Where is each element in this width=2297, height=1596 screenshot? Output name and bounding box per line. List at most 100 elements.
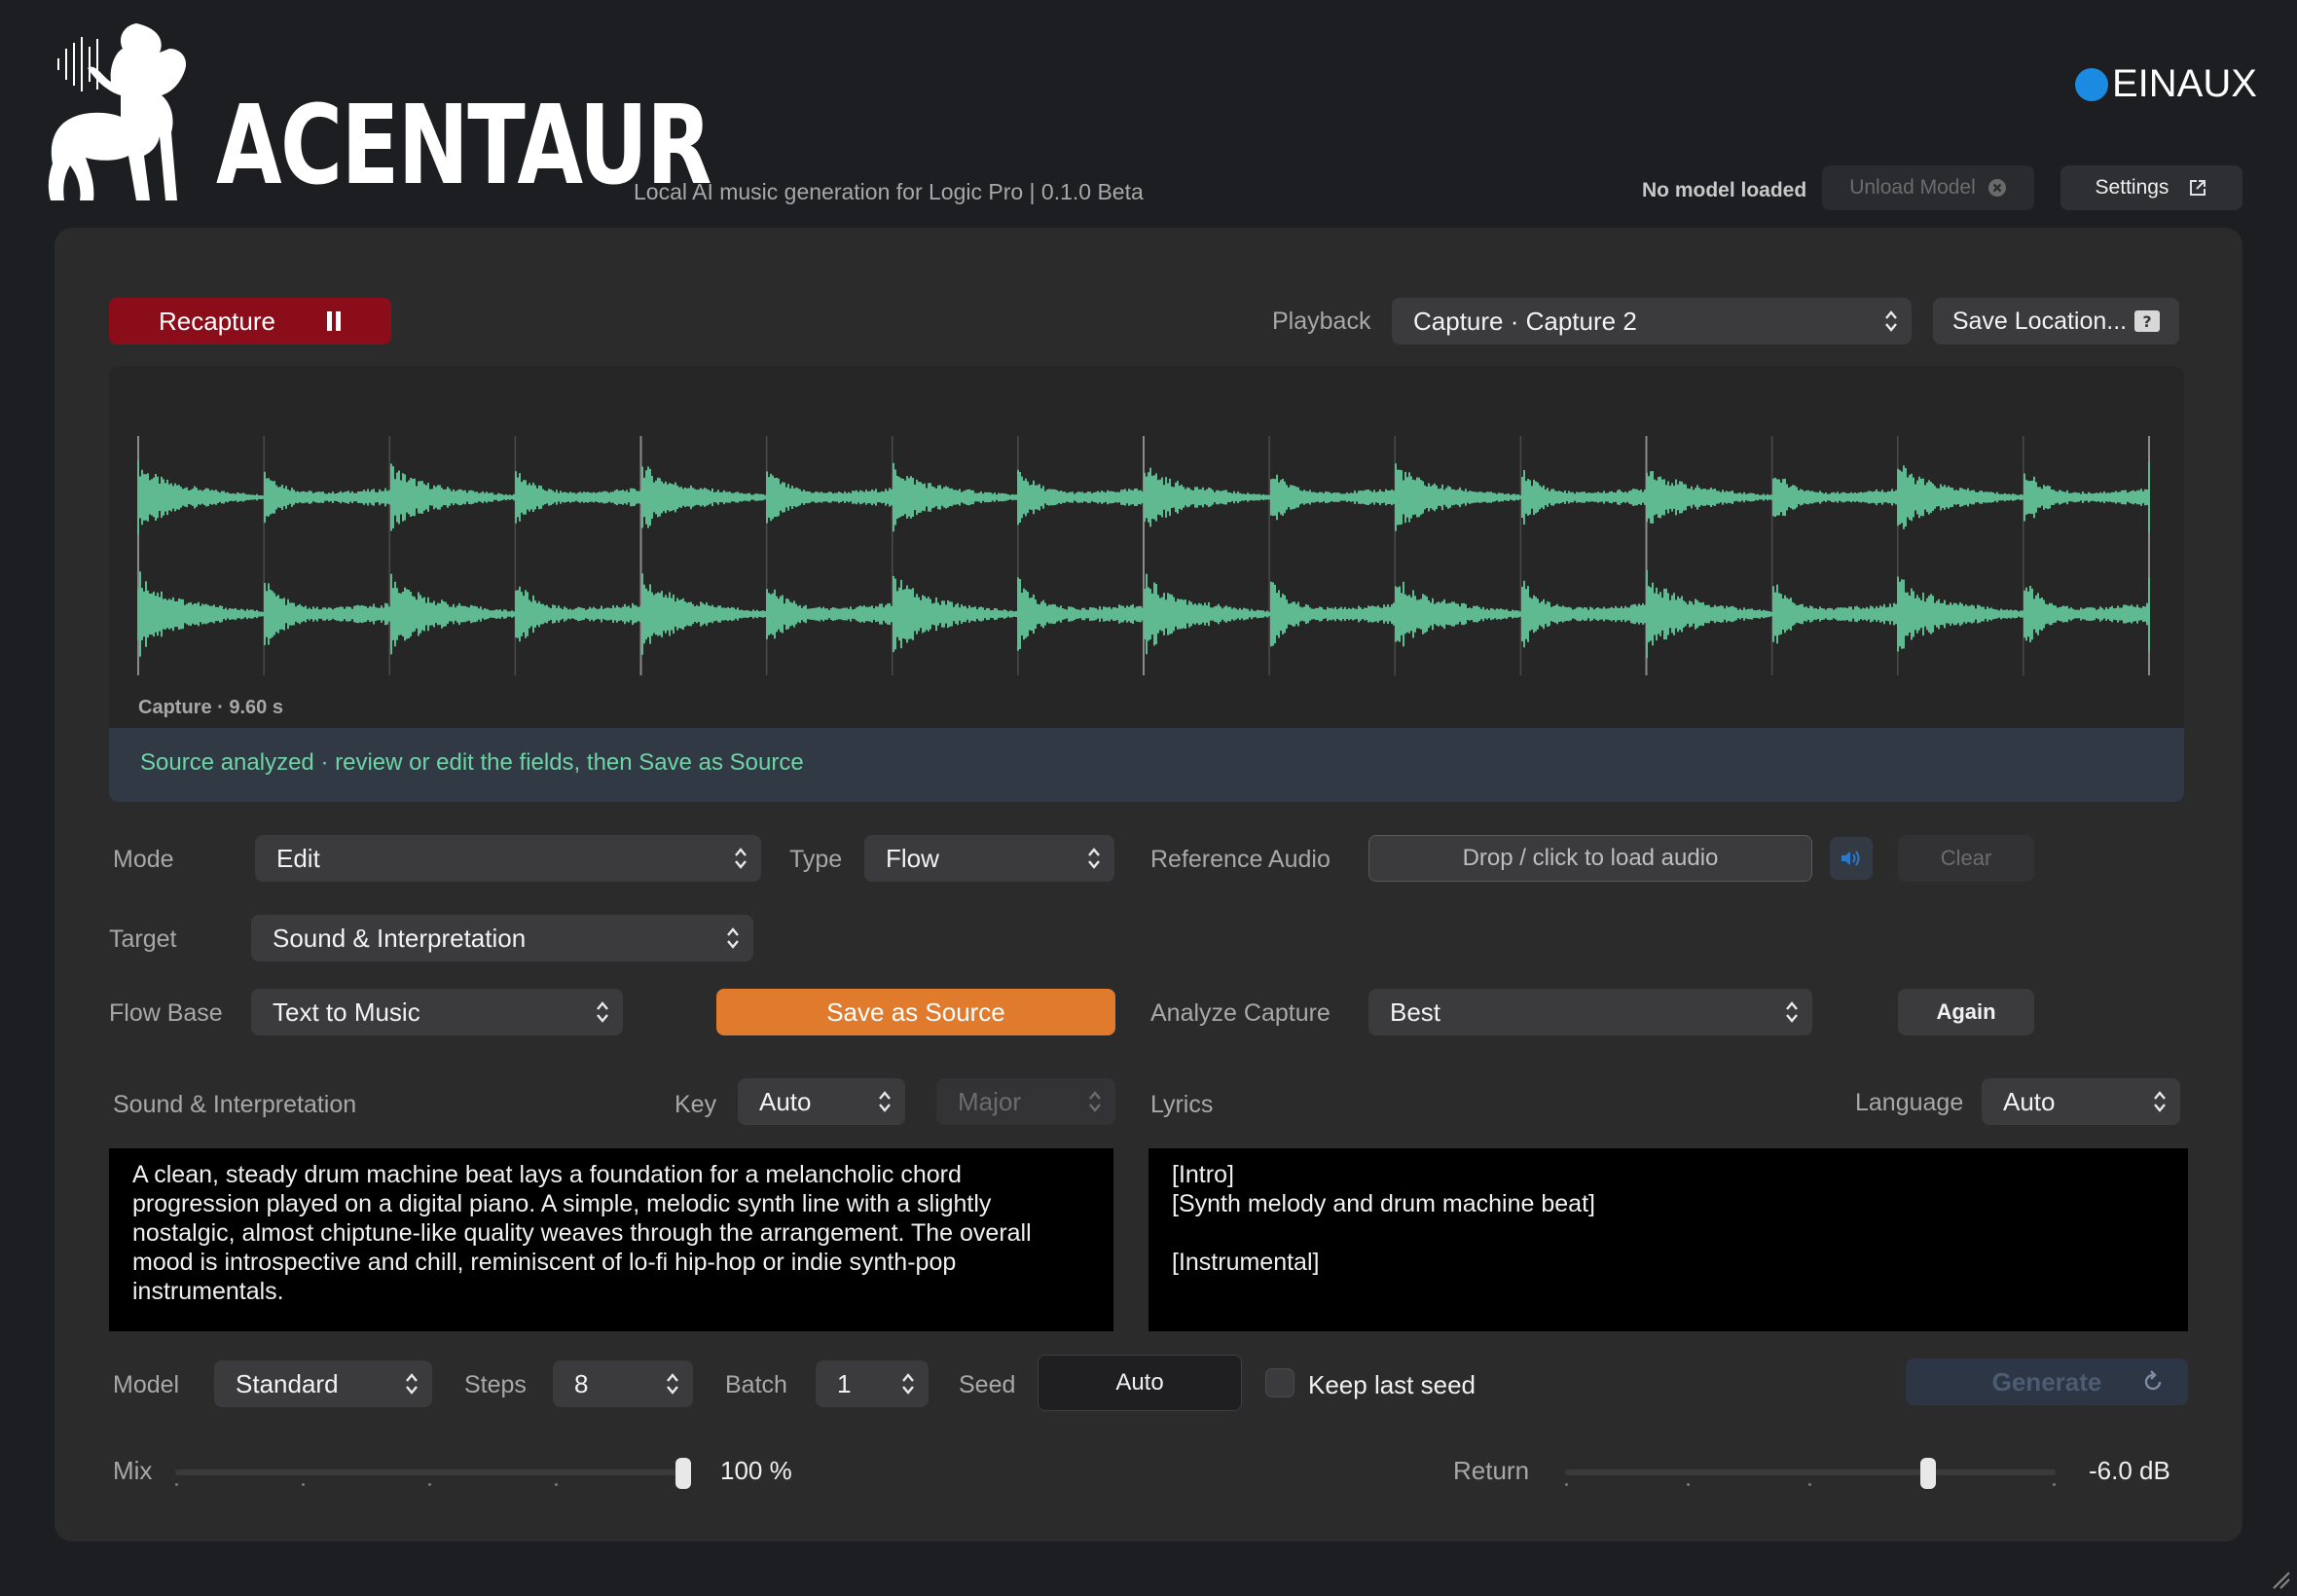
return-slider[interactable] bbox=[1561, 1456, 2060, 1491]
analyze-capture-label: Analyze Capture bbox=[1150, 999, 1331, 1027]
batch-label: Batch bbox=[725, 1371, 787, 1398]
keep-seed-checkbox[interactable] bbox=[1265, 1368, 1294, 1397]
steps-stepper[interactable]: 8 bbox=[553, 1360, 693, 1407]
language-select[interactable]: Auto bbox=[1982, 1078, 2180, 1125]
sound-section-label: Sound & Interpretation bbox=[113, 1091, 357, 1118]
key-label: Key bbox=[675, 1091, 717, 1118]
mix-slider-thumb[interactable] bbox=[675, 1458, 691, 1489]
mode-select[interactable]: Edit bbox=[255, 835, 761, 882]
batch-stepper[interactable]: 1 bbox=[816, 1360, 929, 1407]
waveform-caption: Capture · 9.60 s bbox=[138, 697, 283, 718]
chevron-updown-icon bbox=[597, 1001, 608, 1023]
resize-grip-icon[interactable] bbox=[2270, 1569, 2291, 1590]
seed-field[interactable]: Auto bbox=[1038, 1355, 1242, 1411]
key-select[interactable]: Auto bbox=[738, 1078, 905, 1125]
model-label: Model bbox=[113, 1371, 180, 1398]
keep-seed-label[interactable]: Keep last seed bbox=[1308, 1370, 1476, 1400]
tagline: Local AI music generation for Logic Pro … bbox=[634, 179, 1144, 204]
save-as-source-button[interactable]: Save as Source bbox=[716, 989, 1115, 1035]
lyrics-textarea[interactable]: [Intro] [Synth melody and drum machine b… bbox=[1148, 1148, 2188, 1331]
playback-value: Capture · Capture 2 bbox=[1413, 306, 1637, 336]
sound-description-textarea[interactable]: A clean, steady drum machine beat lays a… bbox=[109, 1148, 1113, 1331]
playback-label: Playback bbox=[1272, 308, 1371, 335]
generate-button[interactable]: Generate bbox=[1906, 1359, 2188, 1405]
return-label: Return bbox=[1453, 1456, 1530, 1485]
mix-slider-tick bbox=[555, 1483, 558, 1486]
help-icon: ? bbox=[2134, 310, 2161, 332]
reference-audio-dropzone[interactable]: Drop / click to load audio bbox=[1368, 835, 1812, 882]
return-slider-tick bbox=[2053, 1483, 2056, 1486]
chevron-updown-icon bbox=[1885, 310, 1897, 332]
language-value: Auto bbox=[2003, 1086, 2056, 1116]
scale-value: Major bbox=[958, 1086, 1022, 1116]
recapture-button[interactable]: Recapture bbox=[109, 298, 391, 345]
steps-label: Steps bbox=[464, 1371, 527, 1398]
settings-label: Settings bbox=[2095, 176, 2169, 199]
model-value: Standard bbox=[236, 1368, 339, 1398]
seed-label: Seed bbox=[959, 1371, 1016, 1398]
mix-value: 100 % bbox=[720, 1456, 792, 1485]
lyrics-section-label: Lyrics bbox=[1150, 1091, 1214, 1118]
save-as-source-label: Save as Source bbox=[826, 997, 1005, 1027]
settings-button[interactable]: Settings bbox=[2060, 165, 2242, 210]
language-label: Language bbox=[1855, 1089, 1964, 1116]
chevron-updown-icon bbox=[1088, 848, 1100, 869]
flow-base-label: Flow Base bbox=[109, 999, 223, 1027]
reference-audio-label: Reference Audio bbox=[1150, 846, 1331, 873]
chevron-updown-icon bbox=[727, 927, 739, 949]
again-label: Again bbox=[1936, 999, 1996, 1024]
pause-icon bbox=[326, 311, 341, 331]
mode-label: Mode bbox=[113, 846, 174, 873]
generate-label: Generate bbox=[1991, 1366, 2102, 1396]
save-location-button[interactable]: Save Location... ? bbox=[1933, 298, 2179, 345]
target-value: Sound & Interpretation bbox=[273, 923, 527, 953]
mix-slider[interactable] bbox=[171, 1456, 691, 1491]
analyze-capture-select[interactable]: Best bbox=[1368, 989, 1812, 1035]
status-message: Source analyzed · review or edit the fie… bbox=[140, 749, 804, 776]
close-circle-icon bbox=[1987, 179, 2006, 197]
scale-select[interactable]: Major bbox=[936, 1078, 1115, 1125]
mix-slider-tick bbox=[428, 1483, 431, 1486]
type-select[interactable]: Flow bbox=[864, 835, 1114, 882]
analyze-capture-value: Best bbox=[1390, 997, 1441, 1027]
return-slider-tick bbox=[1687, 1483, 1690, 1486]
target-label: Target bbox=[109, 925, 177, 953]
model-select[interactable]: Standard bbox=[214, 1360, 432, 1407]
type-label: Type bbox=[789, 846, 843, 873]
mix-label: Mix bbox=[113, 1456, 153, 1485]
target-select[interactable]: Sound & Interpretation bbox=[251, 915, 753, 961]
chevron-updown-icon bbox=[902, 1373, 914, 1395]
brand-dot-icon bbox=[2075, 67, 2108, 101]
return-value: -6.0 dB bbox=[2089, 1456, 2170, 1485]
key-value: Auto bbox=[759, 1086, 812, 1116]
brand: EINAUX bbox=[2075, 62, 2257, 106]
chevron-updown-icon bbox=[1786, 1001, 1798, 1023]
model-status: No model loaded bbox=[1642, 179, 1807, 201]
return-slider-thumb[interactable] bbox=[1919, 1458, 1936, 1489]
status-bar: Source analyzed · review or edit the fie… bbox=[109, 728, 2184, 802]
again-button[interactable]: Again bbox=[1898, 989, 2034, 1035]
mix-slider-tick bbox=[302, 1483, 305, 1486]
mix-slider-track bbox=[175, 1469, 683, 1475]
batch-value: 1 bbox=[837, 1368, 852, 1398]
preview-audio-button[interactable] bbox=[1830, 837, 1873, 880]
refresh-icon bbox=[2144, 1370, 2162, 1391]
recapture-label: Recapture bbox=[159, 306, 275, 336]
reference-drop-text: Drop / click to load audio bbox=[1462, 845, 1719, 871]
brand-name: EINAUX bbox=[2112, 62, 2257, 105]
mode-value: Edit bbox=[276, 843, 320, 873]
clear-label: Clear bbox=[1940, 846, 1992, 870]
unload-model-button[interactable]: Unload Model bbox=[1822, 165, 2034, 210]
flow-base-select[interactable]: Text to Music bbox=[251, 989, 623, 1035]
external-link-icon bbox=[2190, 180, 2206, 196]
playback-select[interactable]: Capture · Capture 2 bbox=[1392, 298, 1912, 345]
return-slider-tick bbox=[1808, 1483, 1811, 1486]
chevron-updown-icon bbox=[735, 848, 747, 869]
waveform[interactable] bbox=[109, 366, 2184, 728]
flow-base-value: Text to Music bbox=[273, 997, 420, 1027]
chevron-updown-icon bbox=[1089, 1091, 1101, 1112]
chevron-updown-icon bbox=[406, 1373, 418, 1395]
clear-button[interactable]: Clear bbox=[1898, 835, 2034, 882]
type-value: Flow bbox=[886, 843, 939, 873]
waveform-area[interactable]: Capture · 9.60 s bbox=[109, 366, 2184, 728]
